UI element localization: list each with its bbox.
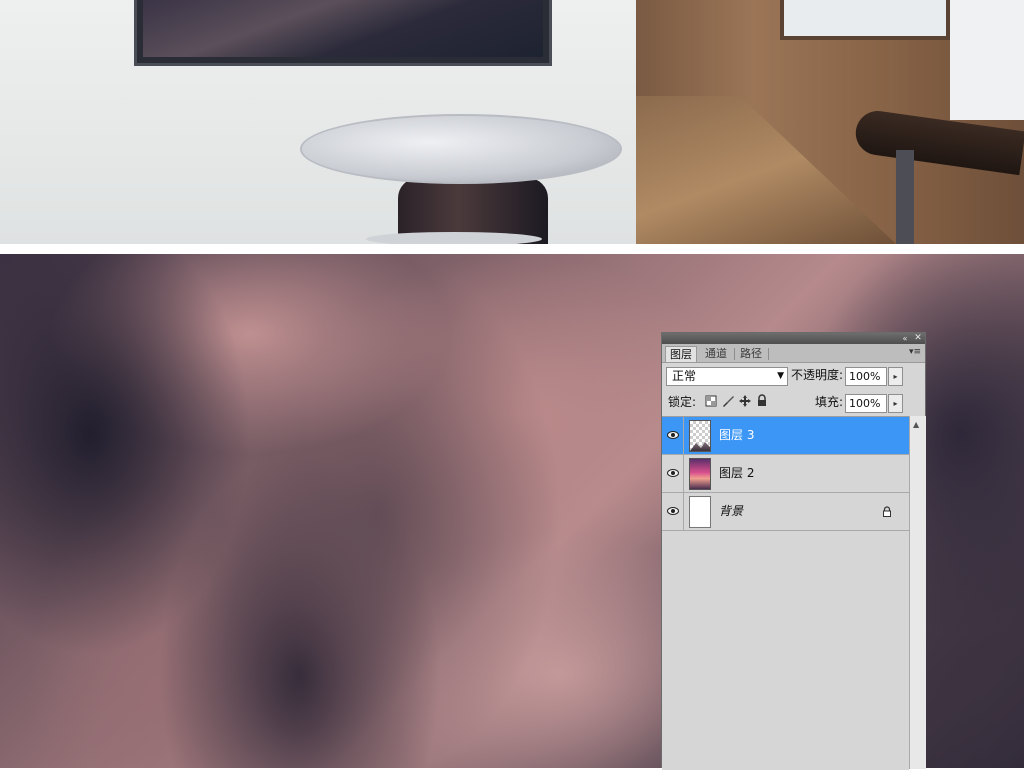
layers-list: 图层 3 图层 2 背景 xyxy=(662,416,909,770)
scroll-up-icon[interactable]: ▲ xyxy=(913,420,919,429)
tab-paths[interactable]: 路径 xyxy=(736,346,766,362)
layer-row-layer-3[interactable]: 图层 3 xyxy=(662,417,909,455)
opacity-input[interactable]: 100% xyxy=(845,367,887,386)
wall-art-frame xyxy=(134,0,552,66)
blend-mode-select[interactable]: 正常 ▼ xyxy=(666,367,788,386)
fill-label: 填充: xyxy=(815,395,844,409)
lock-position-icon[interactable] xyxy=(738,394,752,408)
layer-row-layer-2[interactable]: 图层 2 xyxy=(662,455,909,493)
layer-thumbnail xyxy=(689,458,711,490)
collapse-icon[interactable]: « xyxy=(899,333,911,344)
layer-name: 背景 xyxy=(719,504,744,518)
right-wall xyxy=(950,0,1024,120)
interior-photo xyxy=(0,0,1024,244)
opacity-slider-button[interactable]: ▸ xyxy=(888,367,903,386)
fill-slider-button[interactable]: ▸ xyxy=(888,394,903,413)
window xyxy=(780,0,950,40)
close-icon[interactable]: ✕ xyxy=(912,333,924,344)
lock-transparency-icon[interactable] xyxy=(704,394,718,408)
side-table-foot xyxy=(366,232,542,244)
side-table-top xyxy=(300,114,622,184)
eye-icon[interactable] xyxy=(667,468,679,478)
layer-thumbnail xyxy=(689,496,711,528)
panel-titlebar[interactable]: « ✕ xyxy=(662,333,925,344)
layer-row-background[interactable]: 背景 xyxy=(662,493,909,531)
rail-post xyxy=(896,150,914,244)
lock-icon xyxy=(883,506,891,517)
tab-channels[interactable]: 通道 xyxy=(701,346,731,362)
layer-name: 图层 3 xyxy=(719,428,755,442)
eye-icon[interactable] xyxy=(667,430,679,440)
blend-row: 正常 ▼ 不透明度: 100% ▸ xyxy=(662,363,925,389)
lock-row: 锁定: 填充: 100% ▸ xyxy=(662,389,925,417)
tab-separator xyxy=(768,348,769,360)
eye-icon[interactable] xyxy=(667,506,679,516)
section-divider xyxy=(0,244,1024,254)
tab-layers[interactable]: 图层 xyxy=(665,346,697,362)
layer-thumbnail xyxy=(689,420,711,452)
layers-scrollbar[interactable]: ▲ xyxy=(909,416,926,769)
lock-all-icon[interactable] xyxy=(755,394,769,408)
layers-panel: « ✕ 图层 通道 路径 ▾≡ 正常 ▼ 不透明度: 100% ▸ 锁定: 填充… xyxy=(661,332,926,770)
tab-separator xyxy=(734,348,735,360)
lock-label: 锁定: xyxy=(668,395,697,409)
chevron-down-icon: ▼ xyxy=(777,371,784,381)
opacity-label: 不透明度: xyxy=(791,368,844,382)
panel-menu-icon[interactable]: ▾≡ xyxy=(909,347,921,357)
blend-mode-value: 正常 xyxy=(672,369,697,383)
layer-name: 图层 2 xyxy=(719,466,755,480)
lock-pixels-icon[interactable] xyxy=(721,394,735,408)
panel-tabs: 图层 通道 路径 ▾≡ xyxy=(662,344,925,363)
fill-input[interactable]: 100% xyxy=(845,394,887,413)
